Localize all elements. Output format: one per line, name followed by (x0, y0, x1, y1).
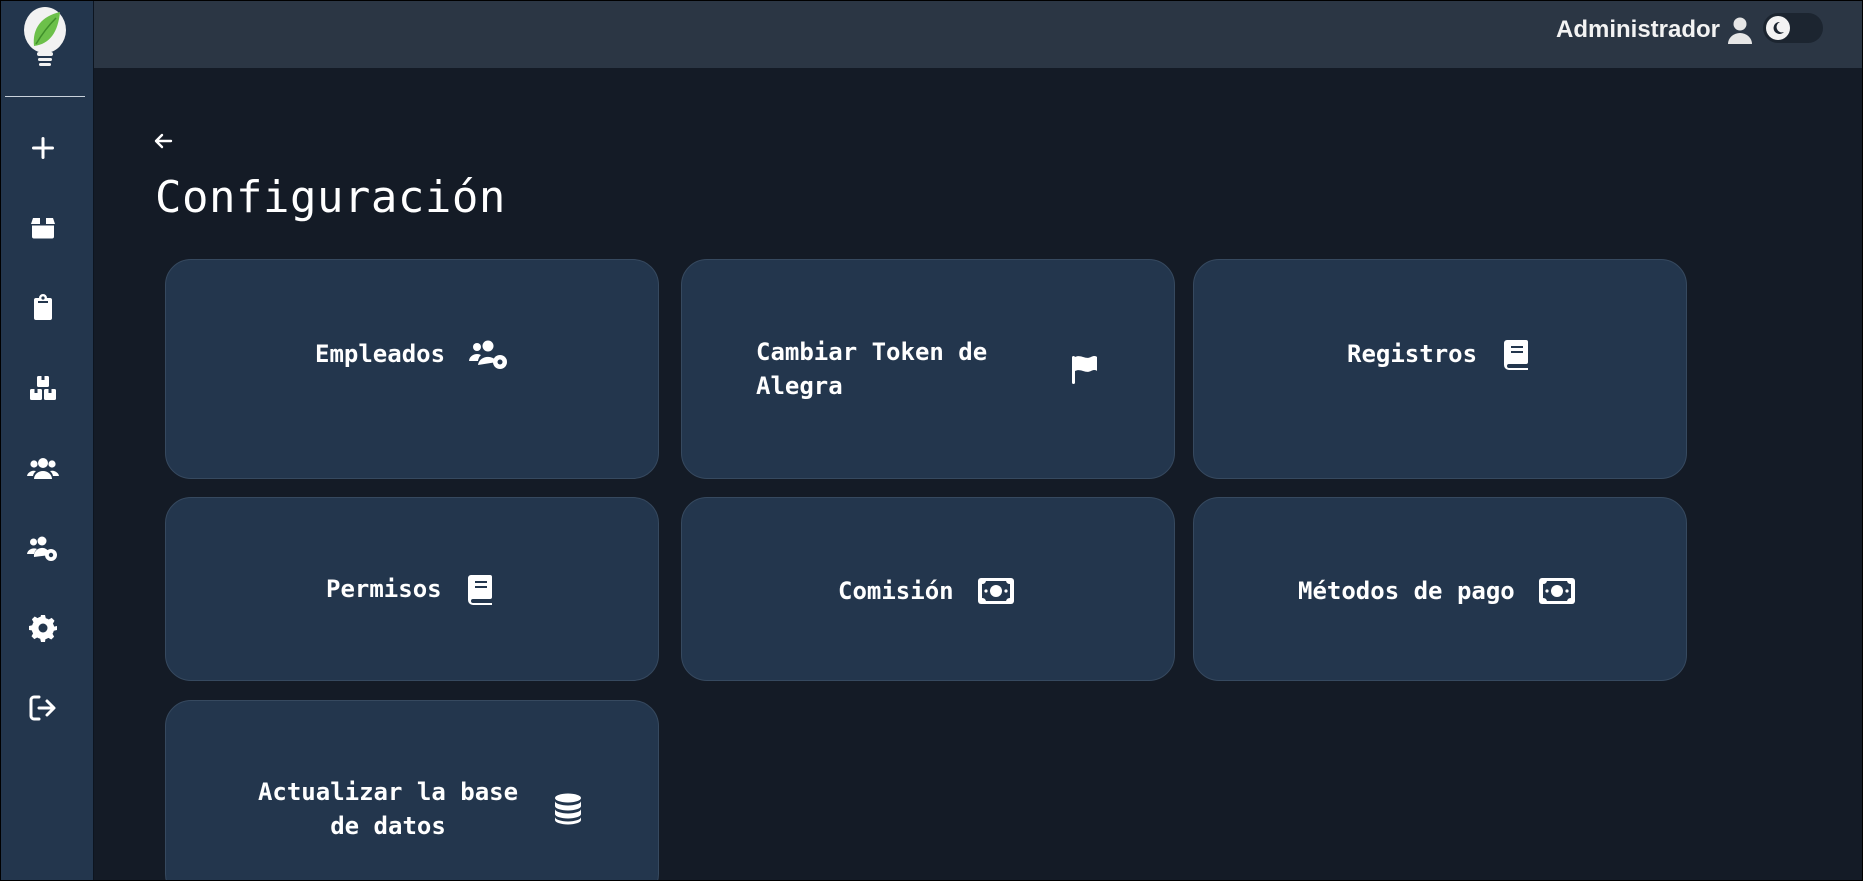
app-logo[interactable] (20, 6, 70, 72)
card-actualizar-base-datos[interactable]: Actualizar la base de datos (165, 700, 659, 881)
sidebar-item-products[interactable] (23, 208, 63, 248)
card-label: Registros (1347, 340, 1478, 368)
card-label: Métodos de pago (1298, 577, 1515, 605)
database-icon (554, 793, 582, 825)
users-gear-icon (27, 536, 57, 561)
card-label: Empleados (315, 340, 446, 368)
card-cambiar-token[interactable]: Cambiar Token de Alegra (681, 259, 1175, 479)
card-empleados[interactable]: Empleados (165, 259, 659, 479)
flag-icon (1070, 353, 1100, 385)
clipboard-icon (34, 294, 52, 320)
gear-icon (29, 615, 57, 642)
users-gear-icon (469, 338, 509, 370)
top-header: Administrador (94, 0, 1863, 68)
sidebar-item-clients[interactable] (23, 448, 63, 488)
card-label-line1: Actualizar la base (257, 778, 519, 806)
users-icon (27, 458, 59, 479)
sidebar-item-inventory[interactable] (23, 368, 63, 408)
dark-mode-toggle[interactable] (1763, 13, 1823, 43)
user-icon[interactable] (1727, 16, 1753, 44)
card-label: Permisos (326, 575, 442, 603)
moon-icon (1766, 16, 1790, 40)
card-label-line2: Alegra (756, 372, 843, 400)
book-icon (466, 573, 494, 605)
card-label: Comisión (838, 577, 954, 605)
back-arrow-icon[interactable] (152, 130, 174, 152)
boxes-icon (30, 376, 56, 400)
sidebar-item-new[interactable] (23, 128, 63, 168)
sidebar (0, 0, 94, 881)
sidebar-item-logout[interactable] (23, 688, 63, 728)
sidebar-item-orders[interactable] (23, 288, 63, 328)
plus-icon (32, 137, 54, 159)
card-metodos-pago[interactable]: Métodos de pago (1193, 497, 1687, 681)
card-registros[interactable]: Registros (1193, 259, 1687, 479)
book-icon (1502, 338, 1530, 370)
card-label-line1: Cambiar Token de (756, 338, 988, 366)
money-bill-icon (1538, 578, 1575, 604)
sidebar-divider (5, 96, 85, 97)
card-permisos[interactable]: Permisos (165, 497, 659, 681)
logout-icon (29, 695, 56, 721)
page-title: Configuración (155, 172, 506, 223)
sidebar-item-settings[interactable] (23, 608, 63, 648)
box-icon (31, 218, 55, 239)
sidebar-item-employees[interactable] (23, 528, 63, 568)
card-comision[interactable]: Comisión (681, 497, 1175, 681)
card-label: Cambiar Token de Alegra (756, 335, 1048, 403)
card-label-line2: de datos (330, 812, 446, 840)
user-name[interactable]: Administrador (1556, 16, 1720, 44)
card-label: Actualizar la base de datos (250, 775, 526, 843)
money-bill-icon (977, 578, 1014, 604)
